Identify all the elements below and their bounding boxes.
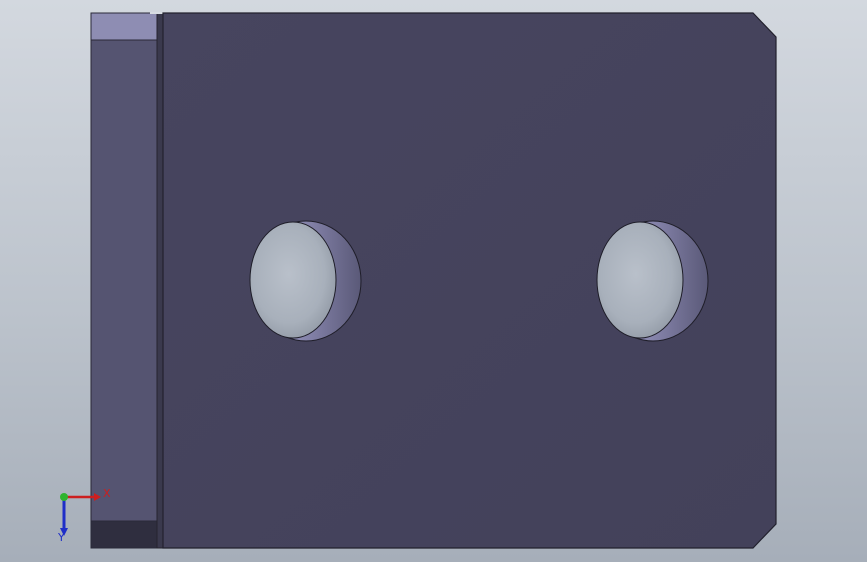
cad-scene[interactable]: X Y <box>0 0 867 562</box>
y-axis-label: Y <box>57 531 65 544</box>
edge-strip[interactable] <box>156 12 164 549</box>
side-top-cap <box>90 12 158 41</box>
hole-left[interactable] <box>249 220 362 342</box>
x-axis-label: X <box>103 487 111 500</box>
hole-right[interactable] <box>596 220 709 342</box>
side-bottom-cap <box>90 520 158 549</box>
side-face[interactable] <box>90 12 158 549</box>
graphics-viewport[interactable]: X Y <box>0 0 867 562</box>
triad-origin <box>60 493 68 501</box>
